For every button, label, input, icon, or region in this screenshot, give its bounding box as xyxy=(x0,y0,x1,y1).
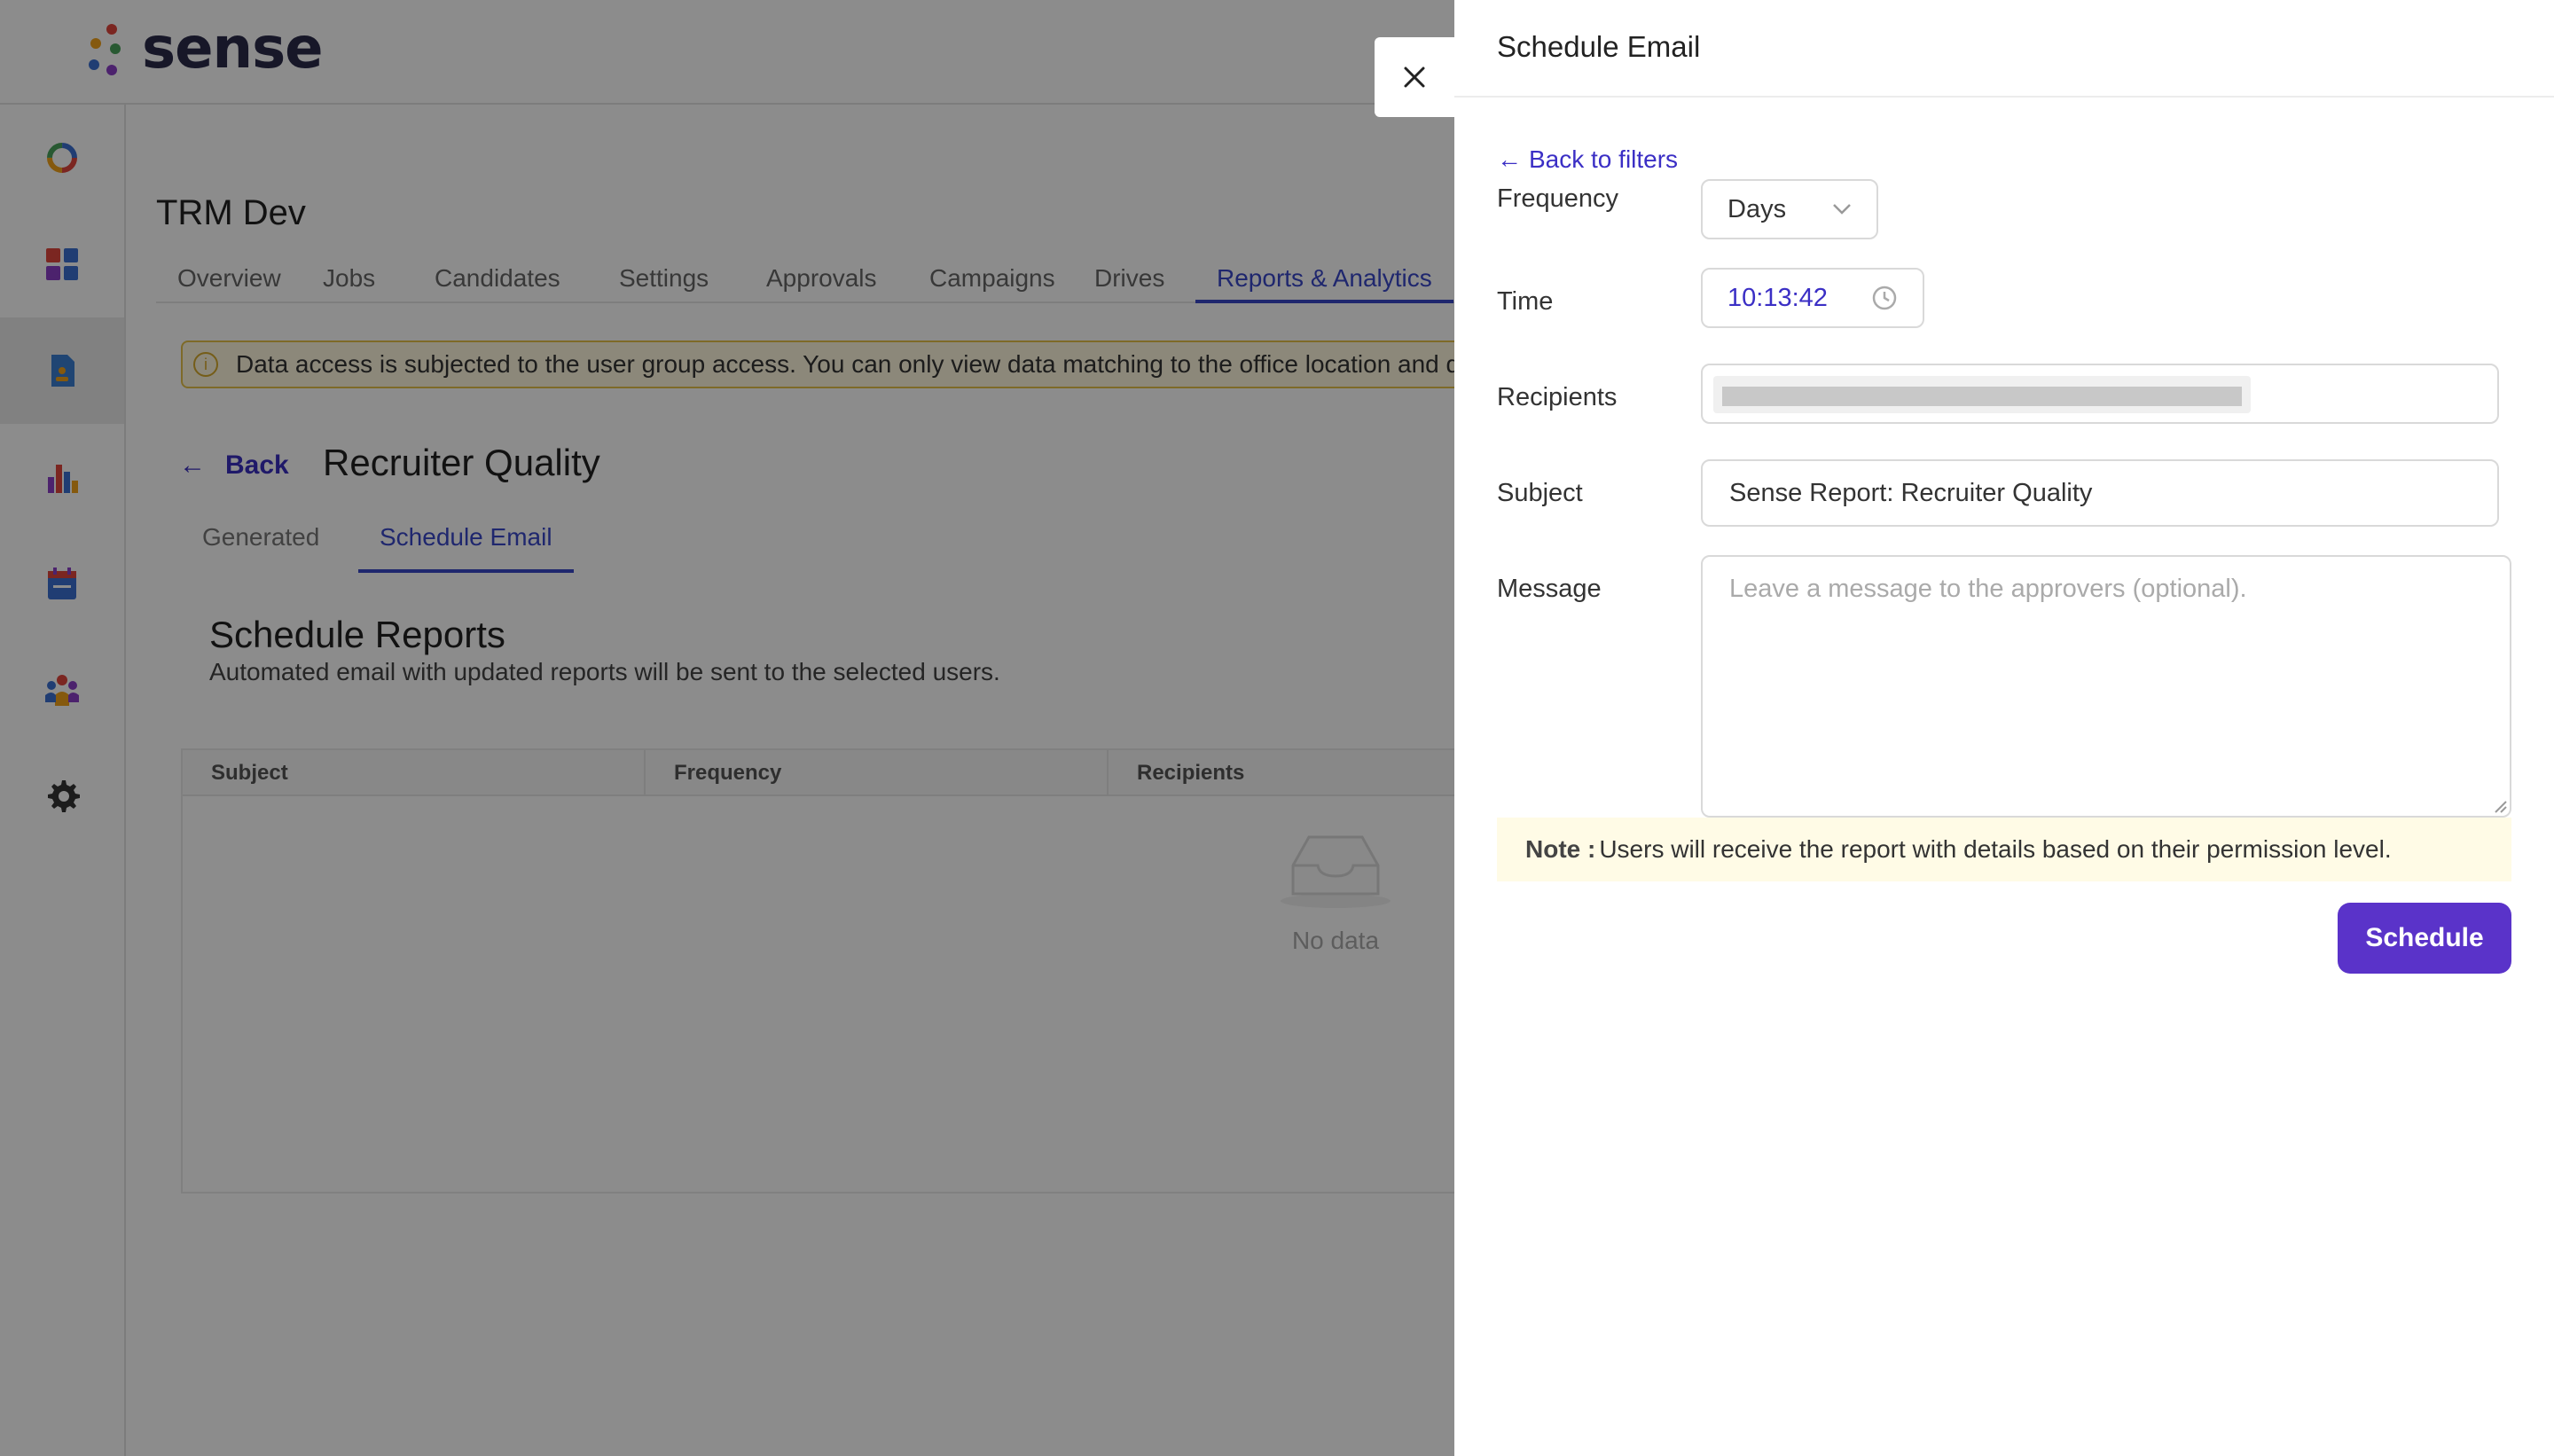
recipients-label: Recipients xyxy=(1497,383,1618,411)
chevron-down-icon xyxy=(1833,204,1851,215)
message-textarea[interactable]: Leave a message to the approvers (option… xyxy=(1701,555,2511,818)
close-icon xyxy=(1404,67,1425,88)
drawer-title: Schedule Email xyxy=(1497,30,1701,63)
note-text: Users will receive the report with detai… xyxy=(1599,835,2392,863)
drawer-header: Schedule Email xyxy=(1454,0,2554,98)
subject-input[interactable]: Sense Report: Recruiter Quality xyxy=(1701,459,2499,527)
frequency-value: Days xyxy=(1727,194,1787,223)
schedule-email-drawer: Schedule Email ← Back to filters Frequen… xyxy=(1454,0,2554,1456)
modal-overlay[interactable] xyxy=(0,0,1454,1456)
back-to-filters-label: Back to filters xyxy=(1529,145,1679,173)
resize-handle-icon[interactable] xyxy=(2492,798,2508,814)
schedule-button[interactable]: Schedule xyxy=(2338,903,2511,974)
redacted-recipient xyxy=(1722,387,2242,406)
permission-note: Note : Users will receive the report wit… xyxy=(1497,818,2511,881)
note-prefix: Note : xyxy=(1525,835,1596,863)
frequency-select[interactable]: Days xyxy=(1701,179,1878,239)
close-drawer-button[interactable] xyxy=(1375,37,1454,117)
subject-value: Sense Report: Recruiter Quality xyxy=(1729,478,2093,507)
time-value: 10:13:42 xyxy=(1727,283,1828,312)
time-label: Time xyxy=(1497,287,1554,316)
recipient-tag[interactable] xyxy=(1713,376,2251,413)
arrow-left-icon: ← xyxy=(1497,145,1522,173)
back-to-filters-link[interactable]: ← Back to filters xyxy=(1497,145,1678,174)
frequency-label: Frequency xyxy=(1497,184,1619,213)
subject-label: Subject xyxy=(1497,479,1583,507)
clock-icon xyxy=(1872,286,1897,310)
recipients-field[interactable] xyxy=(1701,364,2499,424)
message-label: Message xyxy=(1497,575,1602,603)
time-picker[interactable]: 10:13:42 xyxy=(1701,268,1924,328)
message-placeholder: Leave a message to the approvers (option… xyxy=(1729,575,2247,603)
